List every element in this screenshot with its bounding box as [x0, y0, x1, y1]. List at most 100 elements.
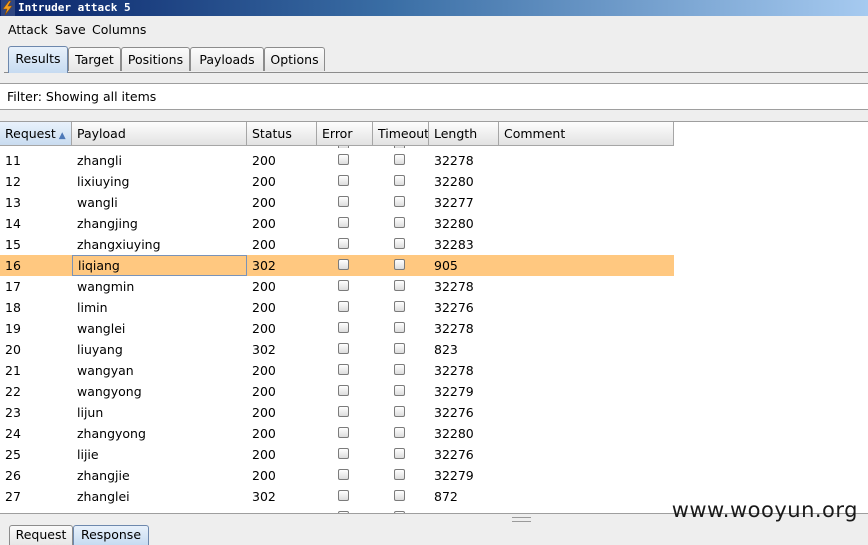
column-header-payload[interactable]: Payload — [72, 122, 247, 146]
payload-cell: zhangxiuying — [77, 237, 161, 252]
timeout-checkbox[interactable] — [394, 364, 405, 375]
comment-cell — [499, 360, 674, 381]
filter-bar[interactable]: Filter: Showing all items — [0, 83, 868, 110]
table-row[interactable]: 22 wangyong 200 32279 — [0, 381, 674, 402]
menu-save[interactable]: Save — [55, 22, 86, 37]
request-cell: 22 — [5, 384, 21, 399]
table-row[interactable]: 11 zhangli 200 32278 — [0, 150, 674, 171]
table-header: Request ▲ Payload Status Error Timeout Le… — [0, 122, 674, 146]
length-cell: 32279 — [434, 468, 474, 483]
payload-cell: liqiang — [72, 255, 247, 276]
table-row[interactable]: 15 zhangxiuying 200 32283 — [0, 234, 674, 255]
request-cell: 23 — [5, 405, 21, 420]
timeout-checkbox[interactable] — [394, 385, 405, 396]
tab-response[interactable]: Response — [73, 525, 149, 545]
column-header-error[interactable]: Error — [317, 122, 373, 146]
payload-cell: liuyang — [77, 342, 123, 357]
column-header-status[interactable]: Status — [247, 122, 317, 146]
table-row[interactable]: 14 zhangjing 200 32280 — [0, 213, 674, 234]
error-checkbox[interactable] — [338, 406, 349, 417]
error-checkbox[interactable] — [338, 322, 349, 333]
timeout-checkbox[interactable] — [394, 175, 405, 186]
timeout-checkbox[interactable] — [394, 406, 405, 417]
length-cell: 32279 — [434, 384, 474, 399]
window-title: Intruder attack 5 — [18, 1, 131, 14]
table-row[interactable]: 21 wangyan 200 32278 — [0, 360, 674, 381]
error-checkbox[interactable] — [338, 490, 349, 501]
timeout-checkbox[interactable] — [394, 154, 405, 165]
timeout-checkbox[interactable] — [394, 322, 405, 333]
timeout-checkbox[interactable] — [394, 196, 405, 207]
error-checkbox[interactable] — [338, 385, 349, 396]
menu-attack[interactable]: Attack — [8, 22, 48, 37]
length-cell: 32276 — [434, 447, 474, 462]
timeout-checkbox[interactable] — [394, 238, 405, 249]
timeout-checkbox[interactable] — [394, 280, 405, 291]
table-row[interactable]: 26 zhangjie 200 32279 — [0, 465, 674, 486]
tab-request[interactable]: Request — [9, 525, 73, 545]
column-header-timeout[interactable]: Timeout — [373, 122, 429, 146]
table-row[interactable]: 27 zhanglei 302 872 — [0, 486, 674, 507]
tab-options[interactable]: Options — [264, 47, 325, 71]
column-header-length[interactable]: Length — [429, 122, 499, 146]
timeout-checkbox[interactable] — [394, 448, 405, 459]
tab-payloads[interactable]: Payloads — [190, 47, 264, 71]
tab-results[interactable]: Results — [8, 46, 68, 73]
status-cell: 200 — [252, 321, 276, 336]
length-cell: 32276 — [434, 300, 474, 315]
table-row[interactable]: 13 wangli 200 32277 — [0, 192, 674, 213]
error-checkbox[interactable] — [338, 146, 349, 148]
request-cell: 14 — [5, 216, 21, 231]
table-row[interactable]: 16 liqiang 302 905 — [0, 255, 674, 276]
error-checkbox[interactable] — [338, 238, 349, 249]
error-checkbox[interactable] — [338, 259, 349, 270]
length-cell: 32280 — [434, 216, 474, 231]
table-row[interactable]: 24 zhangyong 200 32280 — [0, 423, 674, 444]
table-row[interactable]: 19 wanglei 200 32278 — [0, 318, 674, 339]
length-cell: 905 — [434, 258, 458, 273]
error-checkbox[interactable] — [338, 196, 349, 207]
error-checkbox[interactable] — [338, 301, 349, 312]
length-cell: 32280 — [434, 174, 474, 189]
timeout-checkbox[interactable] — [394, 490, 405, 501]
table-row[interactable]: 25 lijie 200 32276 — [0, 444, 674, 465]
tab-target[interactable]: Target — [68, 47, 121, 71]
pane-splitter-handle[interactable] — [512, 517, 531, 522]
request-cell: 27 — [5, 489, 21, 504]
menu-columns[interactable]: Columns — [92, 22, 146, 37]
error-checkbox[interactable] — [338, 280, 349, 291]
error-checkbox[interactable] — [338, 427, 349, 438]
column-header-comment[interactable]: Comment — [499, 122, 674, 146]
table-row[interactable]: 23 lijun 200 32276 — [0, 402, 674, 423]
table-row[interactable]: 12 lixiuying 200 32280 — [0, 171, 674, 192]
timeout-checkbox[interactable] — [394, 511, 405, 513]
error-checkbox[interactable] — [338, 343, 349, 354]
timeout-checkbox[interactable] — [394, 217, 405, 228]
results-table[interactable]: Request ▲ Payload Status Error Timeout Le… — [0, 121, 868, 514]
timeout-checkbox[interactable] — [394, 259, 405, 270]
error-checkbox[interactable] — [338, 511, 349, 513]
timeout-checkbox[interactable] — [394, 427, 405, 438]
column-header-request[interactable]: Request ▲ — [0, 122, 72, 146]
timeout-checkbox[interactable] — [394, 469, 405, 480]
error-checkbox[interactable] — [338, 469, 349, 480]
table-row[interactable]: 17 wangmin 200 32278 — [0, 276, 674, 297]
length-cell: 32280 — [434, 426, 474, 441]
table-row[interactable]: 18 limin 200 32276 — [0, 297, 674, 318]
timeout-checkbox[interactable] — [394, 343, 405, 354]
timeout-checkbox[interactable] — [394, 301, 405, 312]
error-checkbox[interactable] — [338, 448, 349, 459]
timeout-checkbox[interactable] — [394, 146, 405, 148]
window-title-bar[interactable]: Intruder attack 5 — [0, 0, 868, 16]
status-cell: 200 — [252, 426, 276, 441]
error-checkbox[interactable] — [338, 175, 349, 186]
request-cell: 17 — [5, 279, 21, 294]
comment-cell — [499, 402, 674, 423]
status-cell: 200 — [252, 405, 276, 420]
error-checkbox[interactable] — [338, 217, 349, 228]
error-checkbox[interactable] — [338, 364, 349, 375]
table-row[interactable]: 20 liuyang 302 823 — [0, 339, 674, 360]
tab-positions[interactable]: Positions — [121, 47, 190, 71]
request-cell: 25 — [5, 447, 21, 462]
error-checkbox[interactable] — [338, 154, 349, 165]
